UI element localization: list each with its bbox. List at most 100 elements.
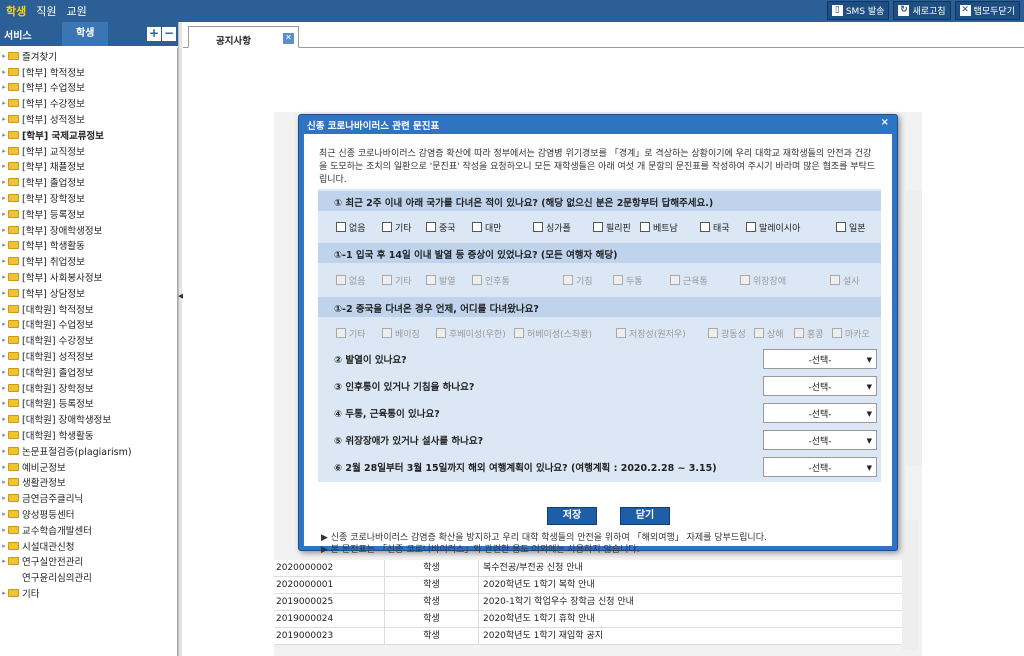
checkbox[interactable]	[740, 275, 750, 285]
sidebar-tree-item[interactable]: ▸ [대학원] 학생활동	[0, 427, 177, 443]
checkbox-option[interactable]: 설사	[830, 274, 860, 287]
checkbox-option[interactable]: 베이징	[382, 327, 420, 340]
checkbox-option[interactable]: 대만	[472, 221, 502, 234]
checkbox-option[interactable]: 위장장애	[740, 274, 786, 287]
checkbox[interactable]	[563, 275, 573, 285]
sidebar-tree-item[interactable]: ▸ 시설대관신청	[0, 538, 177, 554]
checkbox[interactable]	[426, 222, 436, 232]
sidebar-tree-item[interactable]: ▸ [학부] 사회봉사정보	[0, 269, 177, 285]
checkbox[interactable]	[382, 222, 392, 232]
checkbox[interactable]	[836, 222, 846, 232]
sidebar-tree-item[interactable]: ▸ [학부] 교직정보	[0, 143, 177, 159]
sidebar-tree-item[interactable]: ▸ [학부] 장애학생정보	[0, 222, 177, 238]
checkbox[interactable]	[746, 222, 756, 232]
background-table-scrollbar[interactable]	[902, 520, 918, 650]
expand-arrow-icon[interactable]: ▸	[0, 83, 8, 91]
sidebar-tree-item[interactable]: ▸ 연구실안전관리	[0, 554, 177, 570]
checkbox-option[interactable]: 마카오	[832, 327, 870, 340]
sidebar-tree-item[interactable]: ▸ 생활관정보	[0, 475, 177, 491]
expand-arrow-icon[interactable]: ▸	[0, 494, 8, 502]
expand-arrow-icon[interactable]: ▸	[0, 510, 8, 518]
checkbox-option[interactable]: 저장성(원저우)	[616, 327, 686, 340]
expand-arrow-icon[interactable]: ▸	[0, 68, 8, 76]
checkbox-option[interactable]: 기타	[382, 274, 412, 287]
checkbox-option[interactable]: 두통	[613, 274, 643, 287]
sidebar-tree-item[interactable]: ▸ 양성평등센터	[0, 506, 177, 522]
checkbox-option[interactable]: 기타	[336, 327, 366, 340]
table-row[interactable]: 2019000024 학생 2020학년도 1학기 휴학 안내	[274, 611, 902, 628]
sidebar-tree-item[interactable]: ▸ [학부] 상담정보	[0, 285, 177, 301]
sms-button[interactable]: ▯ SMS 발송	[826, 1, 890, 20]
checkbox[interactable]	[700, 222, 710, 232]
checkbox[interactable]	[382, 328, 392, 338]
sidebar-tree-item[interactable]: ▸ [대학원] 장애학생정보	[0, 411, 177, 427]
question-4-select[interactable]: -선택- ▼	[763, 403, 877, 423]
tab-close-icon[interactable]: ✕	[283, 33, 294, 44]
checkbox-option[interactable]: 베트남	[640, 221, 678, 234]
sidebar-tree-item[interactable]: ▸ [학부] 장학정보	[0, 190, 177, 206]
sidebar-tree-item[interactable]: ▸ 금연금주클리닉	[0, 490, 177, 506]
sidebar-tree-item[interactable]: ▸ [학부] 학생활동	[0, 238, 177, 254]
sidebar-tree-item[interactable]: ▸ [대학원] 수강정보	[0, 332, 177, 348]
sidebar-tree-item[interactable]: ▸ [대학원] 성적정보	[0, 348, 177, 364]
checkbox-option[interactable]: 없음	[336, 221, 366, 234]
expand-arrow-icon[interactable]: ▸	[0, 336, 8, 344]
checkbox-option[interactable]: 기침	[563, 274, 593, 287]
checkbox-option[interactable]: 싱가폴	[533, 221, 571, 234]
topnav-staff[interactable]: 직원	[36, 3, 56, 19]
expand-arrow-icon[interactable]: ▸	[0, 352, 8, 360]
expand-arrow-icon[interactable]: ▸	[0, 589, 8, 597]
checkbox[interactable]	[336, 222, 346, 232]
expand-arrow-icon[interactable]: ▸	[0, 147, 8, 155]
sidebar-tree-item[interactable]: ▸ [학부] 수강정보	[0, 95, 177, 111]
checkbox[interactable]	[472, 222, 482, 232]
save-button[interactable]: 저장	[547, 507, 597, 525]
expand-arrow-icon[interactable]: ▸	[0, 447, 8, 455]
checkbox-option[interactable]: 인후통	[472, 274, 510, 287]
modal-close-icon[interactable]: ×	[881, 117, 889, 128]
close-button[interactable]: 닫기	[620, 507, 670, 525]
checkbox[interactable]	[514, 328, 524, 338]
sidebar-tree-item[interactable]: ▸ [학부] 취업정보	[0, 253, 177, 269]
sidebar-tree-item[interactable]: ▸ [대학원] 장학정보	[0, 380, 177, 396]
checkbox-option[interactable]: 상해	[754, 327, 784, 340]
checkbox[interactable]	[708, 328, 718, 338]
table-row[interactable]: 2020000002 학생 복수전공/부전공 신청 안내	[274, 560, 902, 577]
checkbox[interactable]	[794, 328, 804, 338]
sidebar-tree-item[interactable]: ▸ 교수학습개발센터	[0, 522, 177, 538]
expand-arrow-icon[interactable]: ▸	[0, 463, 8, 471]
sidebar-tab-student[interactable]: 학생	[62, 22, 109, 46]
expand-arrow-icon[interactable]: ▸	[0, 52, 8, 60]
checkbox[interactable]	[830, 275, 840, 285]
background-scrollbar[interactable]	[906, 190, 922, 466]
sidebar-tree-item[interactable]: ▸ [대학원] 학적정보	[0, 301, 177, 317]
checkbox-option[interactable]: 없음	[336, 274, 366, 287]
checkbox[interactable]	[832, 328, 842, 338]
expand-arrow-icon[interactable]: ▸	[0, 320, 8, 328]
sidebar-tree-item[interactable]: ▸ 논문표절검증(plagiarism)	[0, 443, 177, 459]
checkbox-option[interactable]: 후베이성(우한)	[436, 327, 506, 340]
checkbox-option[interactable]: 근육통	[670, 274, 708, 287]
sidebar-tree-item[interactable]: ▸ [학부] 성적정보	[0, 111, 177, 127]
expand-arrow-icon[interactable]: ▸	[0, 226, 8, 234]
expand-arrow-icon[interactable]: ▸	[0, 289, 8, 297]
checkbox[interactable]	[382, 275, 392, 285]
checkbox-option[interactable]: 태국	[700, 221, 730, 234]
checkbox-option[interactable]: 말레이시아	[746, 221, 800, 234]
sidebar-tree-item[interactable]: ▸ [대학원] 수업정보	[0, 317, 177, 333]
checkbox-option[interactable]: 홍콩	[794, 327, 824, 340]
expand-arrow-icon[interactable]: ▸	[0, 542, 8, 550]
checkbox[interactable]	[640, 222, 650, 232]
expand-arrow-icon[interactable]: ▸	[0, 241, 8, 249]
tab-notice[interactable]: 공지사항 ✕	[188, 26, 299, 48]
checkbox-option[interactable]: 광동성	[708, 327, 746, 340]
sidebar-splitter[interactable]: ◀	[178, 22, 183, 656]
checkbox-option[interactable]: 일본	[836, 221, 866, 234]
sidebar-tree-item[interactable]: ▸ [학부] 학적정보	[0, 64, 177, 80]
checkbox-option[interactable]: 중국	[426, 221, 456, 234]
topnav-faculty[interactable]: 교원	[67, 3, 87, 19]
sidebar-tree-item[interactable]: ▸ 기타	[0, 585, 177, 601]
refresh-button[interactable]: ↻ 새로고침	[893, 1, 951, 20]
expand-arrow-icon[interactable]: ▸	[0, 557, 8, 565]
topnav-student[interactable]: 학생	[6, 3, 26, 19]
